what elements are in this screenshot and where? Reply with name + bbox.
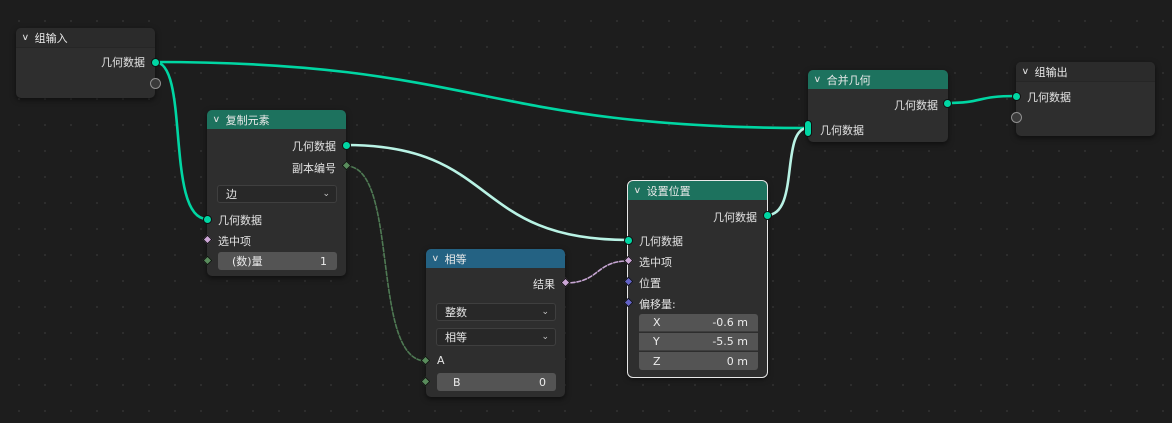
group-input-header[interactable]: ∨ 组输入 bbox=[16, 28, 155, 48]
join-geometry-node[interactable]: ∨ 合并几何 几何数据 几何数据 bbox=[808, 70, 948, 142]
y-value: -5.5 m bbox=[712, 335, 748, 348]
collapse-chevron-icon[interactable]: ∨ bbox=[21, 33, 29, 43]
input-a-label: A bbox=[437, 354, 445, 367]
link-setpos-to-join bbox=[765, 126, 810, 217]
group-input-empty-socket[interactable] bbox=[150, 78, 161, 89]
input-selection-label: 选中项 bbox=[218, 235, 251, 248]
node-title: 复制元素 bbox=[225, 113, 270, 127]
duplicate-out-geometry-socket[interactable] bbox=[342, 141, 351, 150]
node-title: 相等 bbox=[444, 252, 467, 266]
link-duplicate-to-setpos bbox=[344, 143, 630, 242]
collapse-chevron-icon[interactable]: ∨ bbox=[431, 254, 439, 264]
chevron-down-icon: ⌄ bbox=[541, 307, 549, 317]
collapse-chevron-icon[interactable]: ∨ bbox=[212, 115, 220, 125]
operation-dropdown[interactable]: 相等 ⌄ bbox=[436, 328, 556, 346]
compare-header[interactable]: ∨ 相等 bbox=[426, 249, 565, 268]
input-geometry-label: 几何数据 bbox=[218, 214, 262, 227]
group-output-empty-socket[interactable] bbox=[1011, 112, 1022, 123]
group-input-geometry-socket[interactable] bbox=[151, 58, 160, 67]
domain-dropdown[interactable]: 边 ⌄ bbox=[217, 185, 337, 203]
compare-node[interactable]: ∨ 相等 结果 整数 ⌄ 相等 ⌄ A B 0 bbox=[426, 249, 565, 397]
data-type-dropdown[interactable]: 整数 ⌄ bbox=[436, 303, 556, 321]
operation-value: 相等 bbox=[445, 331, 467, 344]
input-geometry-label: 几何数据 bbox=[1027, 91, 1071, 104]
amount-value: 1 bbox=[320, 254, 327, 268]
node-title: 设置位置 bbox=[646, 184, 691, 198]
group-output-header[interactable]: ∨ 组输出 bbox=[1016, 62, 1155, 82]
y-label: Y bbox=[653, 335, 660, 348]
chevron-down-icon: ⌄ bbox=[322, 189, 330, 199]
input-position-label: 位置 bbox=[639, 277, 661, 290]
join-header[interactable]: ∨ 合并几何 bbox=[808, 70, 948, 89]
z-label: Z bbox=[653, 354, 661, 368]
group-output-node[interactable]: ∨ 组输出 几何数据 bbox=[1016, 62, 1155, 136]
node-links bbox=[153, 60, 1018, 362]
duplicate-header[interactable]: ∨ 复制元素 bbox=[207, 110, 346, 129]
offset-z-field[interactable]: Z 0 m bbox=[639, 352, 758, 370]
set-position-node[interactable]: ∨ 设置位置 几何数据 几何数据 选中项 位置 偏移量: X -0.6 m Y … bbox=[627, 180, 768, 378]
output-duplicate-index-label: 副本编号 bbox=[292, 162, 336, 175]
set-position-header[interactable]: ∨ 设置位置 bbox=[628, 181, 767, 200]
output-geometry-label: 几何数据 bbox=[292, 140, 336, 153]
offset-y-field[interactable]: Y -5.5 m bbox=[639, 333, 758, 351]
input-selection-label: 选中项 bbox=[639, 256, 672, 269]
collapse-chevron-icon[interactable]: ∨ bbox=[633, 186, 641, 196]
link-result-to-selection bbox=[564, 260, 629, 284]
amount-label: (数)量 bbox=[232, 255, 263, 268]
amount-field[interactable]: (数)量 1 bbox=[218, 252, 337, 270]
node-title: 合并几何 bbox=[826, 73, 871, 87]
input-geometry-label: 几何数据 bbox=[639, 235, 683, 248]
setpos-out-geometry-socket[interactable] bbox=[763, 211, 772, 220]
output-geometry-label: 几何数据 bbox=[101, 56, 145, 69]
join-out-geometry-socket[interactable] bbox=[943, 99, 952, 108]
setpos-in-geometry-socket[interactable] bbox=[624, 236, 633, 245]
link-join-to-output bbox=[944, 94, 1018, 105]
group-output-geometry-socket[interactable] bbox=[1012, 92, 1021, 101]
output-geometry-label: 几何数据 bbox=[894, 99, 938, 112]
duplicate-in-geometry-socket[interactable] bbox=[203, 215, 212, 224]
node-title: 组输出 bbox=[1034, 65, 1068, 79]
domain-value: 边 bbox=[226, 188, 237, 201]
x-label: X bbox=[653, 316, 661, 329]
collapse-chevron-icon[interactable]: ∨ bbox=[1021, 67, 1029, 77]
duplicate-elements-node[interactable]: ∨ 复制元素 几何数据 副本编号 边 ⌄ 几何数据 选中项 (数)量 1 bbox=[207, 110, 346, 276]
b-label: B bbox=[453, 375, 461, 389]
b-field[interactable]: B 0 bbox=[437, 373, 556, 391]
link-input-to-duplicate bbox=[153, 60, 209, 221]
chevron-down-icon: ⌄ bbox=[541, 332, 549, 342]
b-value: 0 bbox=[539, 375, 546, 389]
data-type-value: 整数 bbox=[445, 306, 467, 319]
input-geometry-label: 几何数据 bbox=[820, 124, 864, 137]
offset-x-field[interactable]: X -0.6 m bbox=[639, 314, 758, 332]
collapse-chevron-icon[interactable]: ∨ bbox=[813, 75, 821, 85]
link-index-to-compare bbox=[345, 165, 427, 362]
x-value: -0.6 m bbox=[712, 316, 748, 329]
node-title: 组输入 bbox=[34, 31, 68, 45]
output-geometry-label: 几何数据 bbox=[713, 211, 757, 224]
input-offset-label: 偏移量: bbox=[639, 298, 676, 311]
group-input-node[interactable]: ∨ 组输入 几何数据 bbox=[16, 28, 155, 98]
z-value: 0 m bbox=[726, 354, 748, 368]
output-result-label: 结果 bbox=[533, 278, 555, 291]
join-in-geometry-multi-socket[interactable] bbox=[804, 120, 812, 137]
